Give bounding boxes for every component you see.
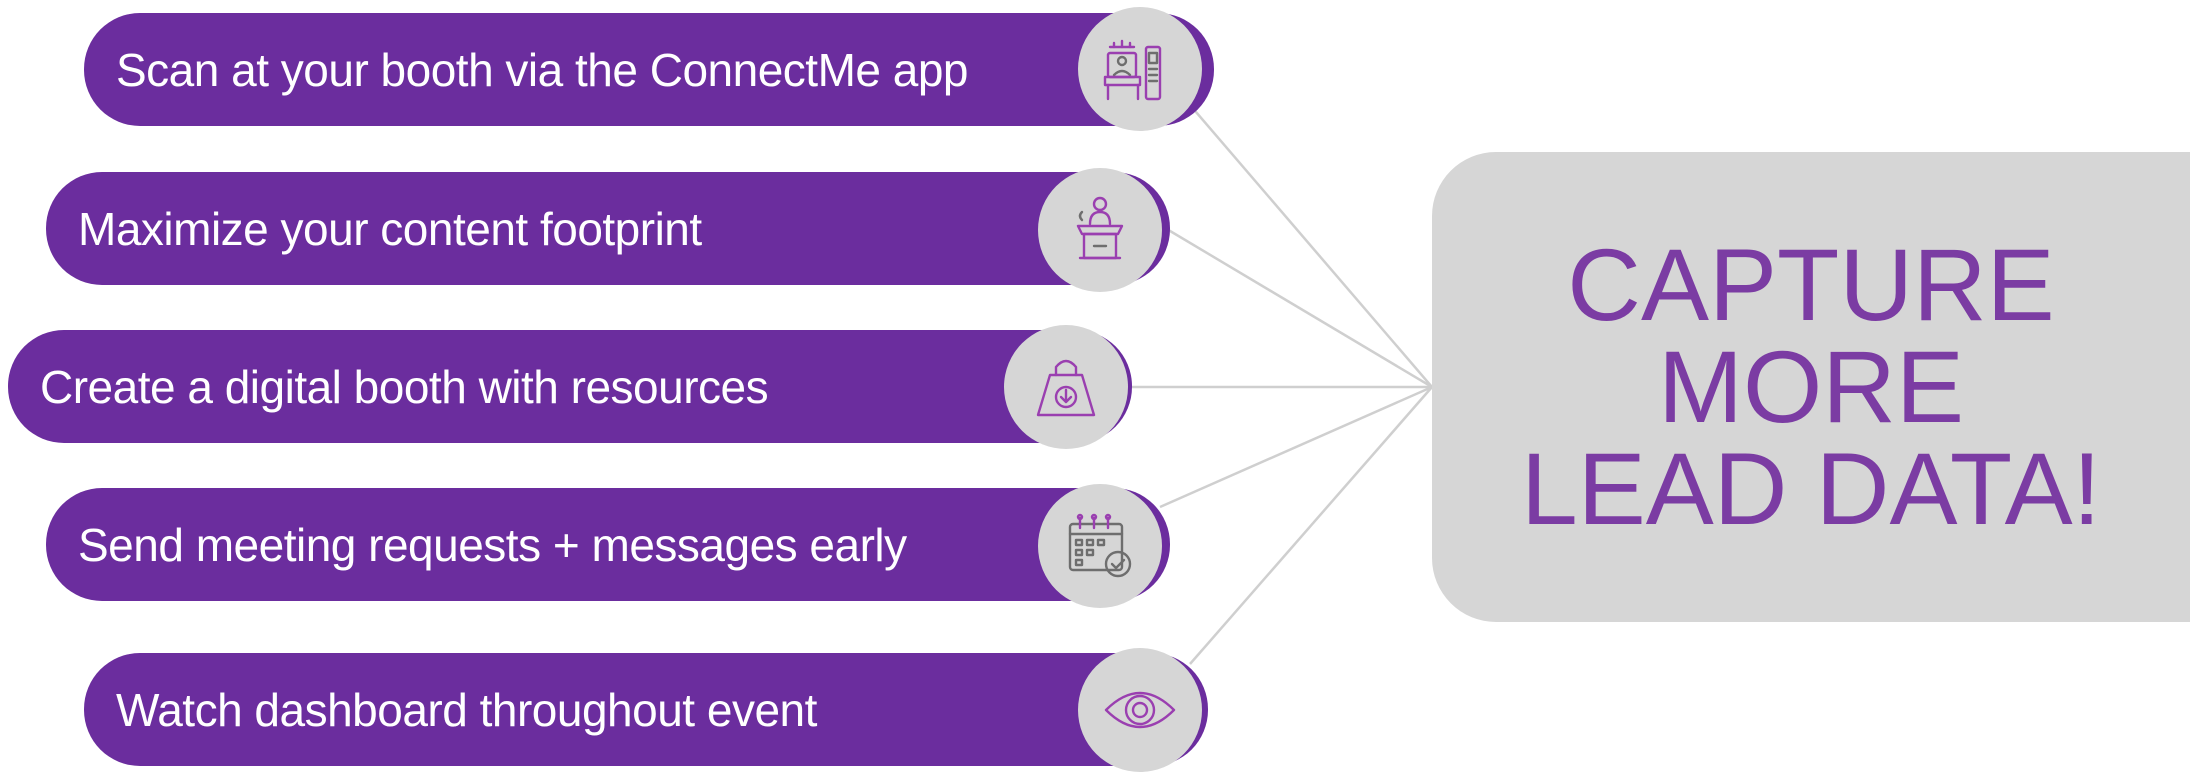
feature-pill-meeting-requests: Send meeting requests + messages early xyxy=(46,488,1170,601)
feature-pill-scan-booth: Scan at your booth via the ConnectMe app xyxy=(84,13,1214,126)
feature-pill-digital-booth: Create a digital booth with resources xyxy=(8,330,1132,443)
callout-line: CAPTURE xyxy=(1567,228,2055,342)
connector-line xyxy=(1189,386,1433,665)
icon-circle xyxy=(1078,7,1202,131)
eye-icon xyxy=(1104,691,1176,729)
feature-pill-content-footprint: Maximize your content footprint xyxy=(46,172,1170,285)
booth-kiosk-icon xyxy=(1103,39,1162,101)
icon-circle xyxy=(1078,648,1202,772)
speaker-podium-icon xyxy=(1076,196,1124,260)
connector-line xyxy=(1189,104,1433,388)
feature-label: Watch dashboard throughout event xyxy=(116,683,817,736)
calendar-check-icon xyxy=(1068,513,1132,578)
callout-line: LEAD DATA! xyxy=(1520,432,2102,546)
download-bag-icon xyxy=(1036,359,1096,417)
callout-line: MORE xyxy=(1658,330,1964,444)
icon-circle xyxy=(1038,484,1162,608)
capture-callout: CAPTURE MORE LEAD DATA! xyxy=(1432,152,2190,622)
feature-label: Maximize your content footprint xyxy=(78,202,702,255)
feature-label: Create a digital booth with resources xyxy=(40,360,769,413)
connector-line xyxy=(1159,223,1433,389)
icon-circle xyxy=(1038,168,1162,292)
feature-label: Send meeting requests + messages early xyxy=(78,518,907,571)
feature-pill-dashboard: Watch dashboard throughout event xyxy=(84,653,1208,766)
icon-circle xyxy=(1004,325,1128,449)
feature-label: Scan at your booth via the ConnectMe app xyxy=(116,43,969,96)
connector-line xyxy=(1159,385,1433,509)
callout-text: CAPTURE MORE LEAD DATA! xyxy=(1521,234,2101,540)
